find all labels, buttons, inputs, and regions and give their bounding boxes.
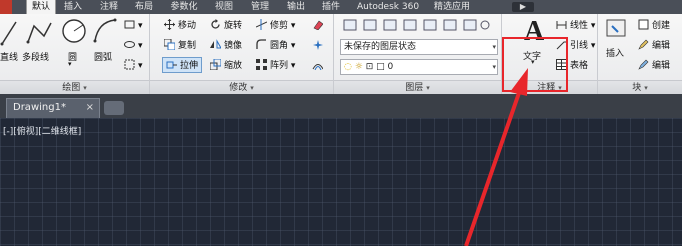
arrow-head xyxy=(510,68,528,96)
arrow-shaft xyxy=(464,89,522,246)
red-arrow-annotation xyxy=(464,68,528,246)
